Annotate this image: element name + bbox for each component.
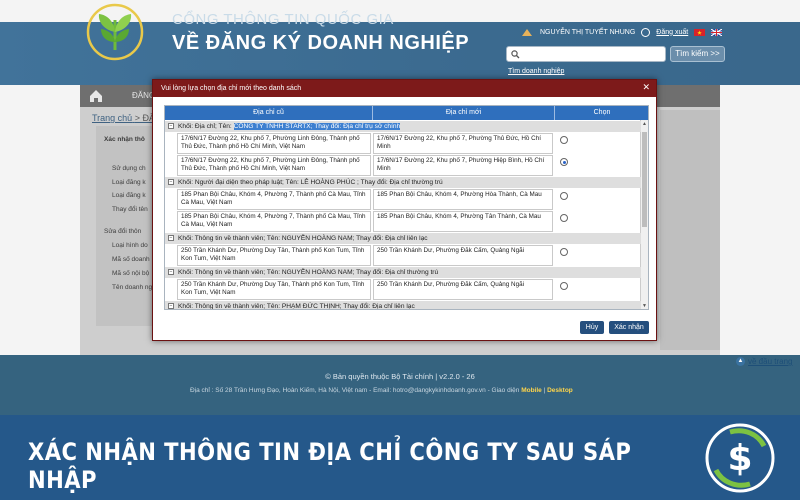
logout-link[interactable]: Đăng xuất (656, 29, 688, 36)
group-label: Khối: Địa chỉ; Tên: (178, 123, 234, 130)
close-icon[interactable]: ✕ (642, 82, 650, 93)
power-icon[interactable] (641, 27, 651, 37)
group-header[interactable]: − Khối: Thông tin về thành viên; Tên: NGU… (165, 267, 641, 278)
group-header[interactable]: − Khối: Thông tin về thành viên; Tên: NGU… (165, 233, 641, 244)
arrow-up-icon: ▲ (736, 357, 745, 366)
collapse-toggle-icon[interactable]: − (168, 303, 174, 309)
collapse-toggle-icon[interactable]: − (168, 235, 174, 242)
header-title-line2: VỀ ĐĂNG KÝ DOANH NGHIỆP (172, 32, 470, 54)
old-address-cell: 185 Phan Bội Châu, Khóm 4, Phường 7, Thà… (177, 211, 371, 232)
user-bar: NGUYỄN THỊ TUYẾT NHUNG Đăng xuất (520, 25, 723, 39)
search-button[interactable]: Tìm kiếm >> (670, 46, 725, 62)
scroll-top-link[interactable]: ▲ về đầu trang (736, 357, 792, 366)
banner-title: XÁC NHẬN THÔNG TIN ĐỊA CHỈ CÔNG TY SAU S… (28, 438, 632, 494)
mobile-link[interactable]: Mobile (521, 387, 542, 394)
select-radio[interactable] (560, 158, 568, 166)
uk-flag-icon[interactable] (711, 28, 723, 36)
group-header[interactable]: − Khối: Thông tin về thành viên; Tên: PHẠ… (165, 301, 641, 310)
site-logo-icon (86, 3, 144, 61)
search-icon (511, 50, 520, 59)
old-address-cell: 17/6N/17 Đường 22, Khu phố 7, Phường Lin… (177, 155, 371, 176)
collapse-toggle-icon[interactable]: − (168, 269, 174, 276)
select-radio[interactable] (560, 282, 568, 290)
group-label: Khối: Thông tin về thành viên; Tên: NGUY… (178, 269, 439, 276)
home-icon[interactable] (88, 88, 104, 104)
find-business-link[interactable]: Tìm doanh nghiệp (508, 68, 564, 75)
search-input[interactable] (506, 46, 666, 62)
search-row: Tìm kiếm >> (506, 46, 725, 62)
group-header[interactable]: − Khối: Địa chỉ; Tên: CÔNG TY TNHH STARTX… (165, 121, 641, 132)
collapse-toggle-icon[interactable]: − (168, 179, 174, 186)
select-address-dialog: Vui lòng lựa chọn địa chỉ mới theo danh … (152, 79, 657, 341)
group-label: Khối: Thông tin về thành viên; Tên: PHẠM… (178, 303, 415, 310)
site-footer (0, 355, 800, 415)
vietnam-flag-icon[interactable] (694, 28, 706, 36)
dialog-title: Vui lòng lựa chọn địa chỉ mới theo danh … (153, 80, 656, 97)
new-address-cell: 250 Trần Khánh Dư, Phường Đăk Cấm, Quảng… (373, 279, 553, 300)
new-address-cell: 250 Trần Khánh Dư, Phường Đăk Cấm, Quảng… (373, 245, 553, 266)
old-address-cell: 250 Trần Khánh Dư, Phường Duy Tân, Thành… (177, 245, 371, 266)
confirm-button[interactable]: Xác nhận (609, 321, 649, 334)
new-address-cell: 185 Phan Bội Châu, Khóm 4, Phường Tân Th… (373, 211, 553, 232)
select-radio[interactable] (560, 192, 568, 200)
user-icon (522, 29, 532, 36)
group-label: Khối: Người đại diện theo pháp luật; Tên… (178, 179, 443, 186)
table-scrollbar[interactable]: ▲ ▼ (640, 120, 648, 309)
group-header[interactable]: − Khối: Người đại diện theo pháp luật; Tê… (165, 177, 641, 188)
cancel-button[interactable]: Hủy (580, 321, 604, 334)
scroll-down-arrow-icon[interactable]: ▼ (642, 303, 647, 309)
select-radio[interactable] (560, 214, 568, 222)
footer-copyright: © Bản quyền thuộc Bộ Tài chính | v2.2.0 … (325, 372, 475, 381)
footer-address-text: Địa chỉ : Số 28 Trần Hưng Đạo, Hoàn Kiếm… (190, 387, 520, 394)
scroll-up-arrow-icon[interactable]: ▲ (642, 121, 647, 127)
column-header-select: Chọn (555, 106, 648, 120)
new-address-cell: 17/6N/17 Đường 22, Khu phố 7, Phường Hiệ… (373, 155, 553, 176)
svg-text:$: $ (727, 438, 752, 479)
user-name: NGUYỄN THỊ TUYẾT NHUNG (540, 28, 636, 36)
column-header-old-address: Địa chỉ cũ (165, 106, 373, 120)
desktop-link[interactable]: Desktop (547, 387, 573, 394)
old-address-cell: 185 Phan Bội Châu, Khóm 4, Phường 7, Thà… (177, 189, 371, 210)
brand-dollar-logo-icon: $ (705, 423, 775, 493)
old-address-cell: 17/6N/17 Đường 22, Khu phố 7, Phường Lin… (177, 133, 371, 154)
footer-address: Địa chỉ : Số 28 Trần Hưng Đạo, Hoàn Kiếm… (190, 387, 573, 394)
column-header-new-address: Địa chỉ mới (373, 106, 555, 120)
scrollbar-thumb[interactable] (642, 132, 647, 227)
address-table: Địa chỉ cũ Địa chỉ mới Chọn ▲ ▼ − Khối: Đ… (164, 105, 649, 310)
select-radio[interactable] (560, 136, 568, 144)
select-radio[interactable] (560, 248, 568, 256)
group-label-highlight: CÔNG TY TNHH STARTX; Thay đổi: Địa chỉ t… (233, 123, 401, 130)
old-address-cell: 250 Trần Khánh Dư, Phường Duy Tân, Thành… (177, 279, 371, 300)
new-address-cell: 17/6N/17 Đường 22, Khu phố 7, Phường Thủ… (373, 133, 553, 154)
new-address-cell: 185 Phan Bội Châu, Khóm 4, Phường Hòa Th… (373, 189, 553, 210)
header-title-line1: CỔNG THÔNG TIN QUỐC GIA (172, 11, 394, 28)
scroll-top-label[interactable]: về đầu trang (748, 357, 792, 366)
group-label: Khối: Thông tin về thành viên; Tên: NGUY… (178, 235, 428, 242)
collapse-toggle-icon[interactable]: − (168, 123, 174, 130)
